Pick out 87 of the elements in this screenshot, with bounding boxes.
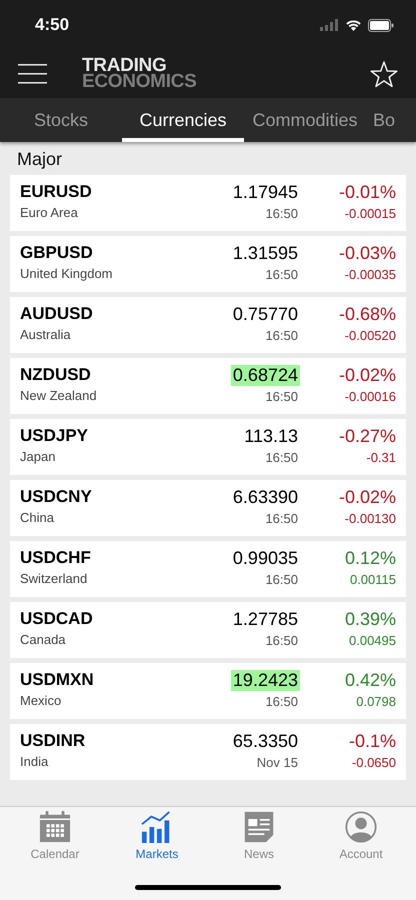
star-button[interactable] [370, 60, 398, 88]
update-time: 16:50 [265, 633, 299, 648]
currency-row[interactable]: USDMXN Mexico 19.2423 16:50 0.42% 0.0798 [10, 663, 406, 719]
clock-time: 4:50 [35, 15, 70, 35]
price-value: 0.68724 [230, 365, 300, 386]
wifi-icon [345, 19, 362, 31]
update-time: 16:50 [265, 328, 299, 343]
country-name: Japan [20, 449, 56, 464]
account-icon [343, 811, 379, 843]
percent-change: -0.02% [338, 365, 396, 386]
price-value: 19.2423 [230, 670, 300, 691]
currency-row[interactable]: AUDUSD Australia 0.75770 16:50 -0.68% -0.00520 [10, 297, 406, 353]
update-time: 16:50 [265, 572, 299, 587]
section-heading: Major [16, 148, 64, 171]
percent-change: -0.27% [338, 426, 396, 447]
logo-text: TRADING [82, 58, 166, 74]
update-time: 16:50 [265, 389, 299, 404]
currency-row[interactable]: USDCAD Canada 1.27785 16:50 0.39% 0.00495 [10, 602, 406, 658]
country-name: Australia [20, 327, 72, 342]
absolute-change: -0.00035 [344, 267, 396, 282]
country-name: United Kingdom [20, 266, 114, 281]
percent-change: 0.42% [344, 670, 396, 691]
price-value: 0.99035 [232, 548, 299, 569]
percent-change: 0.12% [344, 548, 396, 569]
currency-symbol: NZDUSD [20, 365, 92, 385]
price-value: 1.31595 [232, 243, 299, 264]
country-name: Switzerland [20, 571, 88, 586]
percent-change: -0.1% [348, 731, 396, 752]
currency-row[interactable]: NZDUSD New Zealand 0.68724 16:50 -0.02% -0.00016 [10, 358, 406, 414]
calendar-icon [38, 811, 72, 843]
absolute-change: -0.00016 [344, 389, 396, 404]
percent-change: -0.02% [338, 487, 396, 508]
update-time: 16:50 [265, 206, 299, 221]
country-name: India [20, 754, 50, 769]
country-name: New Zealand [20, 388, 98, 403]
country-name: Mexico [20, 693, 62, 708]
currency-symbol: USDCHF [20, 548, 92, 568]
absolute-change: -0.00130 [344, 511, 396, 526]
currency-row[interactable]: USDJPY Japan 113.13 16:50 -0.27% -0.31 [10, 419, 406, 475]
currency-symbol: AUDUSD [20, 304, 94, 324]
category-tab[interactable]: Bo [366, 98, 396, 142]
percent-change: -0.01% [338, 182, 396, 203]
price-value: 113.13 [243, 426, 299, 447]
newspaper-icon [242, 811, 276, 843]
category-tab[interactable]: Stocks [0, 98, 122, 142]
currency-row[interactable]: EURUSD Euro Area 1.17945 16:50 -0.01% -0.00015 [10, 175, 406, 231]
currency-symbol: USDINR [20, 731, 86, 751]
country-name: Euro Area [20, 205, 79, 220]
menu-button[interactable] [18, 64, 47, 84]
signal-icon [320, 19, 339, 31]
price-value: 0.75770 [232, 304, 299, 325]
currency-row[interactable]: USDINR India 65.3350 Nov 15 -0.1% -0.0650 [10, 724, 406, 780]
price-value: 1.17945 [232, 182, 299, 203]
update-time: 16:50 [265, 267, 299, 282]
absolute-change: 0.00495 [349, 633, 396, 648]
currency-symbol: USDMXN [20, 670, 95, 690]
country-name: Canada [20, 632, 67, 647]
category-tab[interactable]: Currencies [122, 98, 244, 142]
price-value: 1.27785 [232, 609, 299, 630]
currency-symbol: EURUSD [20, 182, 93, 202]
country-name: China [20, 510, 55, 525]
category-tab[interactable]: Commodities [244, 98, 366, 142]
absolute-change: -0.00015 [344, 206, 396, 221]
absolute-change: -0.00520 [344, 328, 396, 343]
currency-symbol: USDJPY [20, 426, 90, 446]
currency-symbol: GBPUSD [20, 243, 94, 263]
absolute-change: -0.31 [366, 450, 396, 465]
update-time: 16:50 [265, 694, 299, 709]
currency-row[interactable]: GBPUSD United Kingdom 1.31595 16:50 -0.03% -0.00035 [10, 236, 406, 292]
update-time: 16:50 [265, 450, 299, 465]
absolute-change: 0.0798 [356, 694, 396, 709]
nav-tab[interactable]: Markets [107, 811, 207, 861]
percent-change: -0.68% [338, 304, 396, 325]
price-value: 6.63390 [232, 487, 299, 508]
currency-row[interactable]: USDCHF Switzerland 0.99035 16:50 0.12% 0.00115 [10, 541, 406, 597]
currency-symbol: USDCAD [20, 609, 94, 629]
update-time: Nov 15 [256, 755, 299, 770]
battery-icon [368, 18, 394, 32]
absolute-change: 0.00115 [350, 572, 396, 587]
percent-change: 0.39% [344, 609, 396, 630]
currency-row[interactable]: USDCNY China 6.63390 16:50 -0.02% -0.00130 [10, 480, 406, 536]
price-value: 65.3350 [232, 731, 299, 752]
absolute-change: -0.0650 [352, 755, 396, 770]
currency-symbol: USDCNY [20, 487, 93, 507]
update-time: 16:50 [265, 511, 299, 526]
logo-text: ECONOMICS [82, 74, 196, 90]
percent-change: -0.03% [338, 243, 396, 264]
